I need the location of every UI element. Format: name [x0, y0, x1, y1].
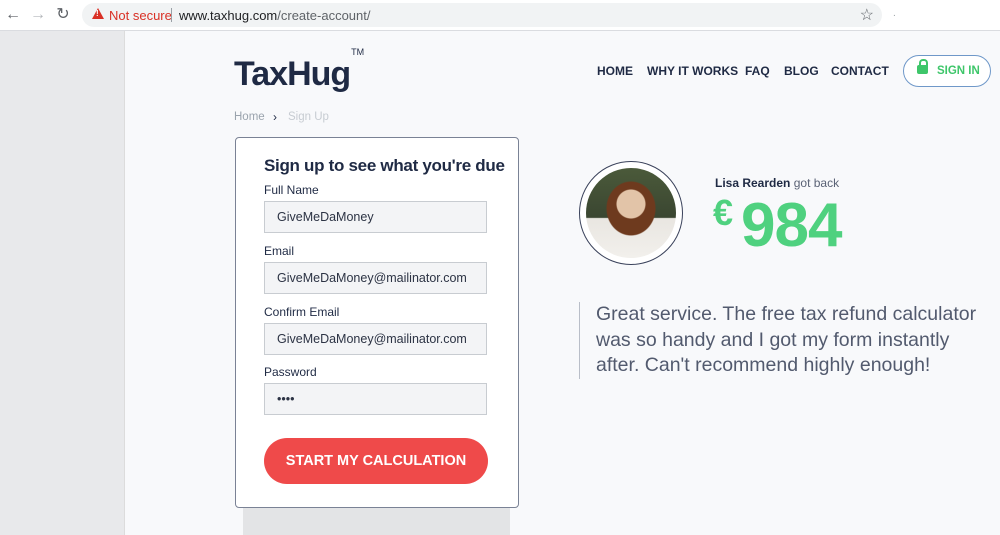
email-input[interactable]: [264, 262, 487, 294]
start-calculation-button[interactable]: START MY CALCULATION: [264, 438, 488, 484]
forward-arrow-icon[interactable]: →: [29, 6, 47, 24]
nav-contact[interactable]: CONTACT: [831, 64, 889, 78]
full-name-input[interactable]: [264, 201, 487, 233]
chevron-right-icon: ›: [273, 110, 277, 124]
address-bar[interactable]: Not secure www.taxhug.com/create-account…: [82, 3, 882, 27]
browser-toolbar: ← → ↻ Not secure www.taxhug.com/create-a…: [0, 0, 1000, 31]
got-back-text: got back: [793, 176, 840, 190]
quote-divider: [579, 302, 580, 379]
back-arrow-icon[interactable]: ←: [4, 6, 22, 24]
left-gutter: [0, 31, 125, 535]
warning-icon: [92, 8, 104, 19]
logo-trademark: TM: [351, 46, 365, 57]
form-card-shadow: [243, 507, 510, 535]
password-input[interactable]: [264, 383, 487, 415]
reviewer-name: Lisa Rearden: [715, 176, 791, 190]
reviewer-line: Lisa Rearden got back: [715, 176, 839, 190]
email-label: Email: [264, 244, 295, 258]
security-status: Not secure: [109, 8, 172, 23]
nav-home[interactable]: HOME: [597, 64, 633, 78]
nav-blog[interactable]: BLOG: [784, 64, 819, 78]
avatar-frame: [579, 161, 683, 265]
full-name-label: Full Name: [264, 183, 319, 197]
signup-form: Sign up to see what you're due Full Name…: [235, 137, 519, 508]
sign-in-label: SIGN IN: [937, 65, 980, 77]
confirm-email-label: Confirm Email: [264, 305, 340, 319]
breadcrumb-home[interactable]: Home: [234, 111, 265, 123]
logo-text: TaxHug: [234, 55, 351, 93]
url-text[interactable]: www.taxhug.com/create-account/: [179, 8, 370, 23]
url-host: www.taxhug.com: [179, 8, 278, 23]
form-title: Sign up to see what you're due: [264, 156, 505, 175]
address-divider: [171, 8, 172, 22]
sign-in-button[interactable]: SIGN IN: [903, 55, 991, 87]
password-label: Password: [264, 365, 317, 379]
breadcrumb-current: Sign Up: [288, 111, 329, 123]
refund-value: 984: [741, 191, 842, 260]
bookmark-star-icon[interactable]: ☆: [860, 5, 874, 25]
toolbar-dot: .: [893, 8, 896, 19]
reload-icon[interactable]: ↻: [54, 6, 72, 24]
confirm-email-input[interactable]: [264, 323, 487, 355]
testimonial-quote: Great service. The free tax refund calcu…: [596, 303, 977, 376]
currency-symbol: €: [713, 192, 734, 233]
url-path: /create-account/: [277, 8, 371, 23]
nav-faq[interactable]: FAQ: [745, 64, 770, 78]
reviewer-avatar: [586, 168, 676, 258]
lock-icon: [917, 59, 928, 74]
nav-why-it-works[interactable]: WHY IT WORKS: [647, 64, 738, 78]
taxhug-logo[interactable]: TaxHugTM: [234, 47, 364, 94]
